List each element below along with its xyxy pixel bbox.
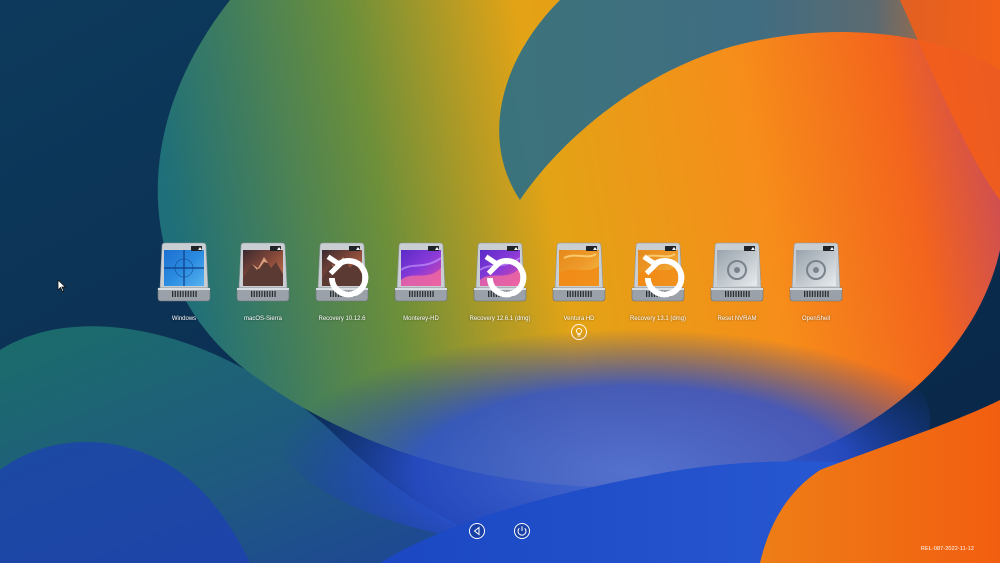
mouse-pointer-icon <box>57 279 67 293</box>
boot-picker-screen: Windows macOS-Sierra Recovery 10.12.6 Monte… <box>0 0 1000 563</box>
power-icon[interactable] <box>513 522 531 540</box>
drive-icon <box>313 240 371 304</box>
boot-entry-windows[interactable]: Windows <box>144 240 224 323</box>
drive-icon <box>234 240 292 304</box>
boot-entry-label: Windows <box>171 316 197 322</box>
drive-icon <box>629 240 687 304</box>
drive-icon <box>787 240 845 304</box>
drive-icon <box>155 240 213 304</box>
boot-entry-label: Monterey-HD <box>403 316 439 322</box>
boot-entry-macos-sierra[interactable]: macOS-Sierra <box>223 240 303 323</box>
boot-entry-label: Reset NVRAM <box>717 316 757 322</box>
boot-entry-recovery-12-6-1-dmg[interactable]: Recovery 12.6.1 (dmg) <box>460 240 540 323</box>
recovery-badge-icon <box>326 254 369 298</box>
opencore-version-label: REL-087-2022-11-12 <box>920 546 974 552</box>
drive-icon <box>708 240 766 304</box>
recovery-badge-icon <box>484 254 527 298</box>
drive-icon <box>392 240 450 304</box>
recovery-badge-icon <box>642 254 685 298</box>
restart-icon[interactable] <box>468 522 486 540</box>
boot-entry-label: Recovery 10.12.6 <box>318 316 366 322</box>
boot-entry-label: Recovery 13.1 (dmg) <box>629 316 687 322</box>
drive-icon <box>550 240 608 304</box>
boot-entry-monterey-hd[interactable]: Monterey-HD <box>381 240 461 323</box>
boot-entry-recovery-10-12-6[interactable]: Recovery 10.12.6 <box>302 240 382 323</box>
boot-entry-openshell[interactable]: OpenShell <box>776 240 856 323</box>
boot-entry-label: Ventura HD <box>563 316 595 322</box>
boot-entry-label: macOS-Sierra <box>243 316 282 322</box>
boot-entry-label: Recovery 12.6.1 (dmg) <box>469 316 531 322</box>
drive-icon <box>471 240 529 304</box>
boot-entry-recovery-13-1-dmg[interactable]: Recovery 13.1 (dmg) <box>618 240 698 323</box>
boot-entry-ventura-hd[interactable]: Ventura HD <box>539 240 619 323</box>
selection-indicator-icon <box>571 324 587 340</box>
boot-entry-label: OpenShell <box>801 316 831 322</box>
boot-entry-reset-nvram[interactable]: Reset NVRAM <box>697 240 777 323</box>
